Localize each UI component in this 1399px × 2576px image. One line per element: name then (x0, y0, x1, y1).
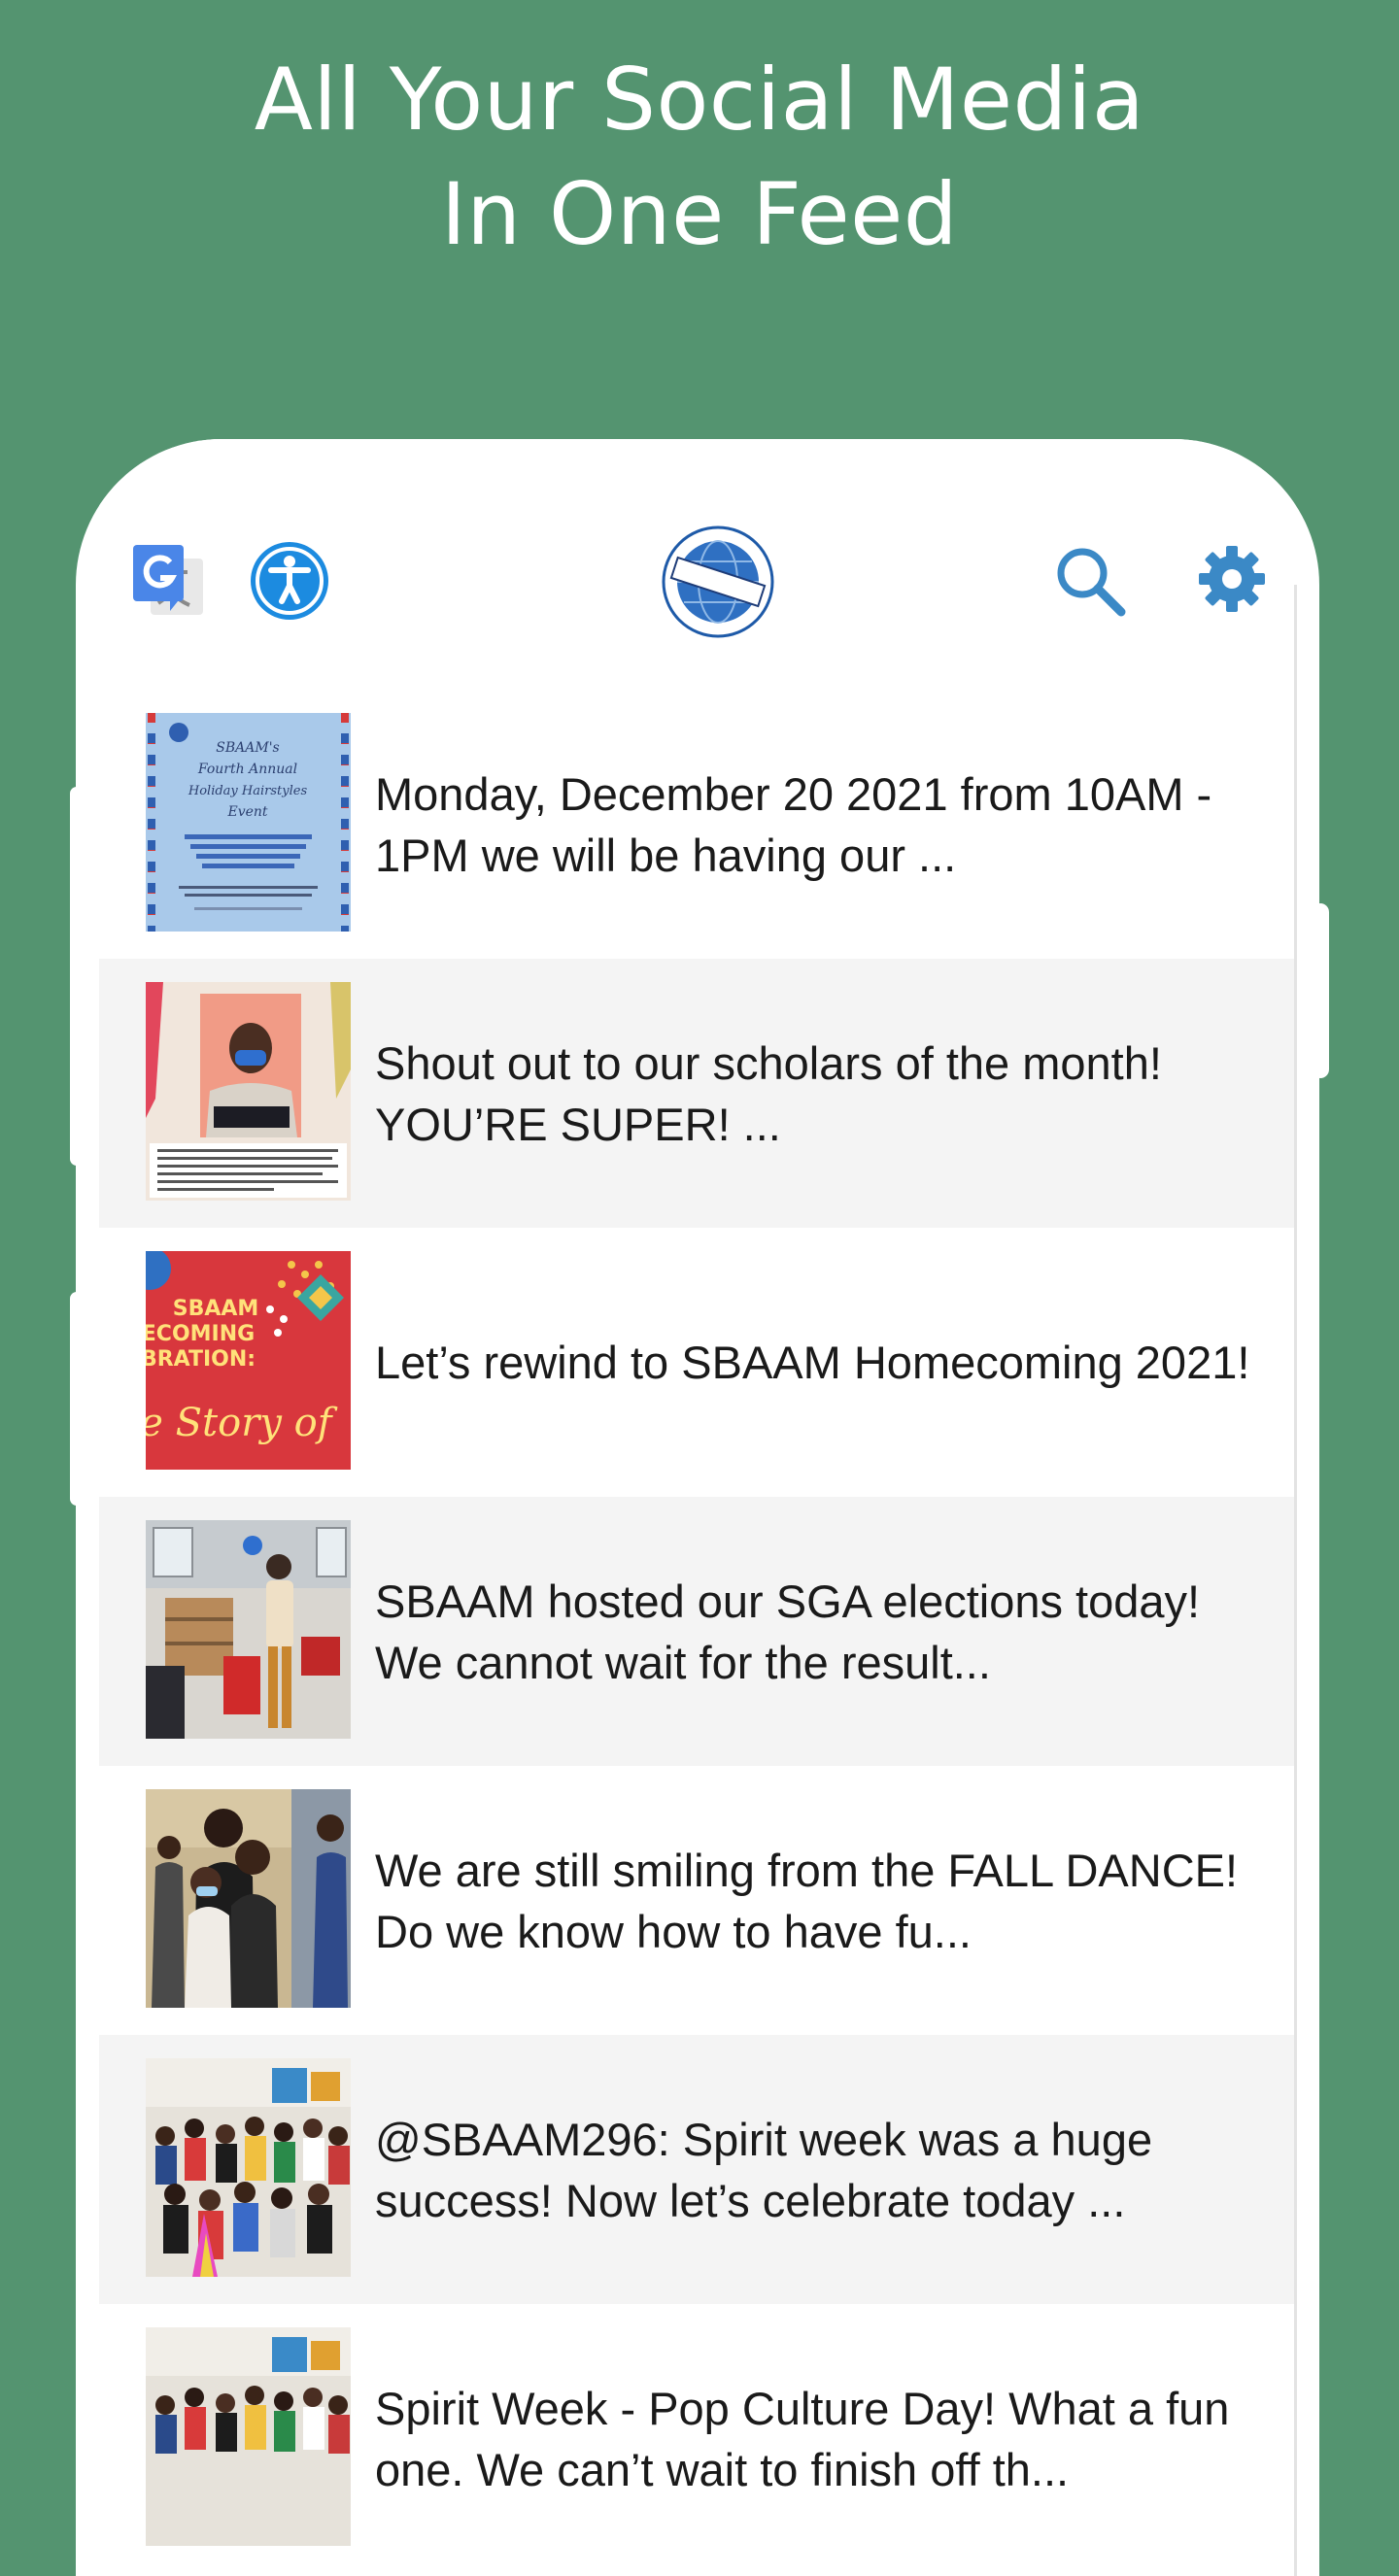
phone-frame: SBAAM's Fourth Annual Holiday Hairstyles… (76, 439, 1319, 2576)
fall-dance-image (146, 1789, 351, 2008)
screen-edge-divider (1294, 585, 1297, 2576)
post-text: @SBAAM296: Spirit week was a huge succes… (375, 2035, 1259, 2304)
google-translate-icon (133, 545, 203, 615)
post-thumbnail (146, 2058, 351, 2277)
post-thumbnail (146, 1520, 351, 1739)
scholar-portrait-image (146, 982, 351, 1201)
post-text-content: @SBAAM296: Spirit week was a huge succes… (375, 2113, 1153, 2226)
feed-item[interactable]: We are still smiling from the FALL DANCE… (99, 1766, 1294, 2035)
post-text-content: Let’s rewind to SBAAM Homecoming 2021! (375, 1337, 1250, 1388)
pop-culture-day-image (146, 2327, 351, 2546)
app-screen: SBAAM's Fourth Annual Holiday Hairstyles… (99, 439, 1294, 2576)
search-icon (1057, 548, 1126, 617)
post-thumbnail (146, 982, 351, 1201)
feed-item[interactable]: SBAAM ECOMING BRATION: he Story of Let’s… (99, 1228, 1294, 1497)
post-thumbnail: SBAAM ECOMING BRATION: he Story of (146, 1251, 351, 1470)
search-button[interactable] (1051, 542, 1129, 620)
sbaam-logo[interactable] (661, 525, 775, 639)
promo-headline: All Your Social Media In One Feed (0, 43, 1399, 272)
post-text: SBAAM hosted our SGA elections today! We… (375, 1497, 1259, 1766)
post-thumbnail (146, 1789, 351, 2008)
poster-text: BRATION: (146, 1347, 256, 1372)
post-text: Spirit Week - Pop Culture Day! What a fu… (375, 2304, 1259, 2573)
post-thumbnail (146, 2327, 351, 2546)
post-text-content: SBAAM hosted our SGA elections today! We… (375, 1575, 1201, 1688)
feed-item[interactable]: Shout out to our scholars of the month! … (99, 959, 1294, 1228)
post-thumbnail: SBAAM's Fourth Annual Holiday Hairstyles… (146, 713, 351, 932)
post-text-content: Shout out to our scholars of the month! … (375, 1036, 1162, 1150)
poster-text: ECOMING (146, 1322, 255, 1346)
post-text: Monday, December 20 2021 from 10AM - 1PM… (375, 690, 1259, 959)
sga-election-image (146, 1520, 351, 1739)
settings-button[interactable] (1195, 542, 1269, 616)
feed-item[interactable]: SBAAM hosted our SGA elections today! We… (99, 1497, 1294, 1766)
poster-text: he Story of (146, 1401, 338, 1445)
translate-button[interactable] (128, 540, 210, 622)
flyer-text: Fourth Annual (197, 762, 297, 777)
homecoming-poster-image: SBAAM ECOMING BRATION: he Story of (146, 1251, 351, 1470)
flyer-image: SBAAM's Fourth Annual Holiday Hairstyles… (146, 713, 351, 932)
spirit-week-image (146, 2058, 351, 2277)
post-text-content: Spirit Week - Pop Culture Day! What a fu… (375, 2382, 1230, 2495)
feed-item[interactable]: SBAAM's Fourth Annual Holiday Hairstyles… (99, 690, 1294, 959)
school-logo-emblem (662, 525, 774, 638)
promo-headline-line1: All Your Social Media (254, 50, 1145, 150)
accessibility-icon (251, 542, 328, 620)
gear-icon (1199, 546, 1265, 612)
flyer-text: SBAAM's (216, 740, 279, 756)
flyer-text: Holiday Hairstyles (188, 784, 308, 798)
accessibility-button[interactable] (249, 540, 330, 622)
feed-item[interactable]: @SBAAM296: Spirit week was a huge succes… (99, 2035, 1294, 2304)
poster-text: SBAAM (173, 1297, 259, 1321)
feed-item[interactable]: Spirit Week - Pop Culture Day! What a fu… (99, 2304, 1294, 2573)
post-text: Shout out to our scholars of the month! … (375, 959, 1259, 1228)
post-text-content: We are still smiling from the FALL DANCE… (375, 1844, 1239, 1957)
promo-headline-line2: In One Feed (440, 164, 959, 264)
post-text: We are still smiling from the FALL DANCE… (375, 1766, 1259, 2035)
social-feed: SBAAM's Fourth Annual Holiday Hairstyles… (99, 690, 1294, 2573)
post-text: Let’s rewind to SBAAM Homecoming 2021! (375, 1228, 1259, 1497)
flyer-text: Event (226, 804, 267, 820)
app-bar (99, 439, 1294, 690)
post-text-content: Monday, December 20 2021 from 10AM - 1PM… (375, 767, 1212, 881)
